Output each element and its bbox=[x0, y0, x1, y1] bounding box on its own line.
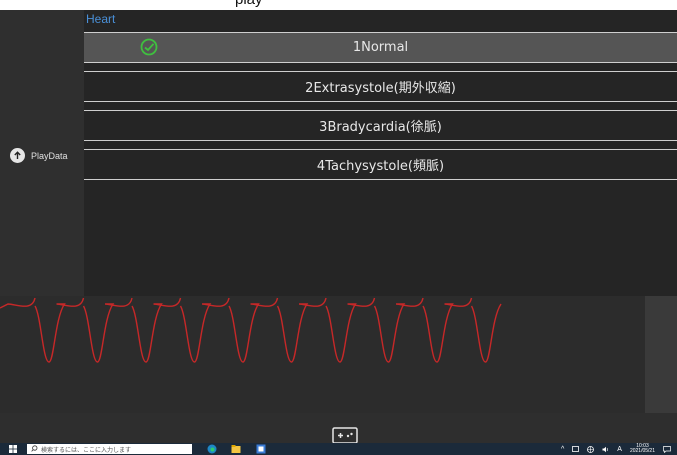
divider bbox=[84, 71, 677, 72]
divider bbox=[84, 110, 677, 111]
option-label: 1Normal bbox=[352, 40, 409, 55]
network-icon[interactable] bbox=[587, 445, 595, 453]
window-title: play bbox=[235, 0, 263, 8]
divider bbox=[84, 179, 677, 180]
edge-browser-icon[interactable] bbox=[207, 444, 217, 454]
divider bbox=[84, 149, 677, 150]
taskbar: 検索するには、ここに入力します ^ A 10:03 2021/05/21 bbox=[0, 443, 677, 455]
ecg-trace bbox=[0, 297, 502, 363]
check-circle-icon bbox=[140, 38, 158, 56]
panel-title: Heart bbox=[86, 12, 116, 26]
play-data-button[interactable]: PlayData bbox=[10, 148, 68, 163]
app-window: Heart 1Normal 2Extrasystole(期外収縮) 3Brady… bbox=[0, 10, 677, 453]
option-normal[interactable]: 1Normal bbox=[84, 32, 677, 63]
play-data-label: PlayData bbox=[31, 150, 68, 161]
divider bbox=[84, 140, 677, 141]
option-extrasystole[interactable]: 2Extrasystole(期外収縮) bbox=[84, 71, 677, 102]
system-tray: ^ A 10:03 2021/05/21 bbox=[561, 443, 671, 455]
taskbar-search[interactable]: 検索するには、ここに入力します bbox=[27, 444, 192, 454]
clock-date: 2021/05/21 bbox=[629, 448, 655, 454]
tablet-mode-icon[interactable] bbox=[572, 446, 580, 452]
option-label: 3Bradycardia(徐脈) bbox=[319, 120, 442, 135]
app-window-icon[interactable] bbox=[256, 444, 266, 454]
search-placeholder: 検索するには、ここに入力します bbox=[41, 447, 132, 454]
ecg-trace-line bbox=[0, 297, 502, 363]
search-icon bbox=[31, 445, 38, 452]
clock[interactable]: 10:03 2021/05/21 bbox=[630, 444, 655, 454]
option-label: 4Tachysystole(頻脈) bbox=[316, 159, 445, 174]
windows-start-icon[interactable] bbox=[9, 445, 17, 453]
speaker-icon[interactable] bbox=[602, 446, 609, 453]
notification-icon[interactable] bbox=[663, 445, 671, 453]
file-explorer-icon[interactable] bbox=[231, 444, 241, 454]
divider bbox=[84, 32, 677, 33]
divider bbox=[84, 101, 677, 102]
ecg-chart bbox=[0, 296, 677, 413]
chevron-up-icon[interactable]: ^ bbox=[561, 446, 564, 453]
option-label: 2Extrasystole(期外収縮) bbox=[305, 81, 456, 96]
window-titlebar: play bbox=[0, 0, 677, 10]
gamepad-keyboard-icon[interactable] bbox=[332, 427, 358, 444]
option-bradycardia[interactable]: 3Bradycardia(徐脈) bbox=[84, 110, 677, 141]
option-tachysystole[interactable]: 4Tachysystole(頻脈) bbox=[84, 149, 677, 180]
divider bbox=[84, 62, 677, 63]
arrow-up-circle-icon bbox=[10, 148, 25, 163]
ime-indicator[interactable]: A bbox=[617, 446, 622, 453]
